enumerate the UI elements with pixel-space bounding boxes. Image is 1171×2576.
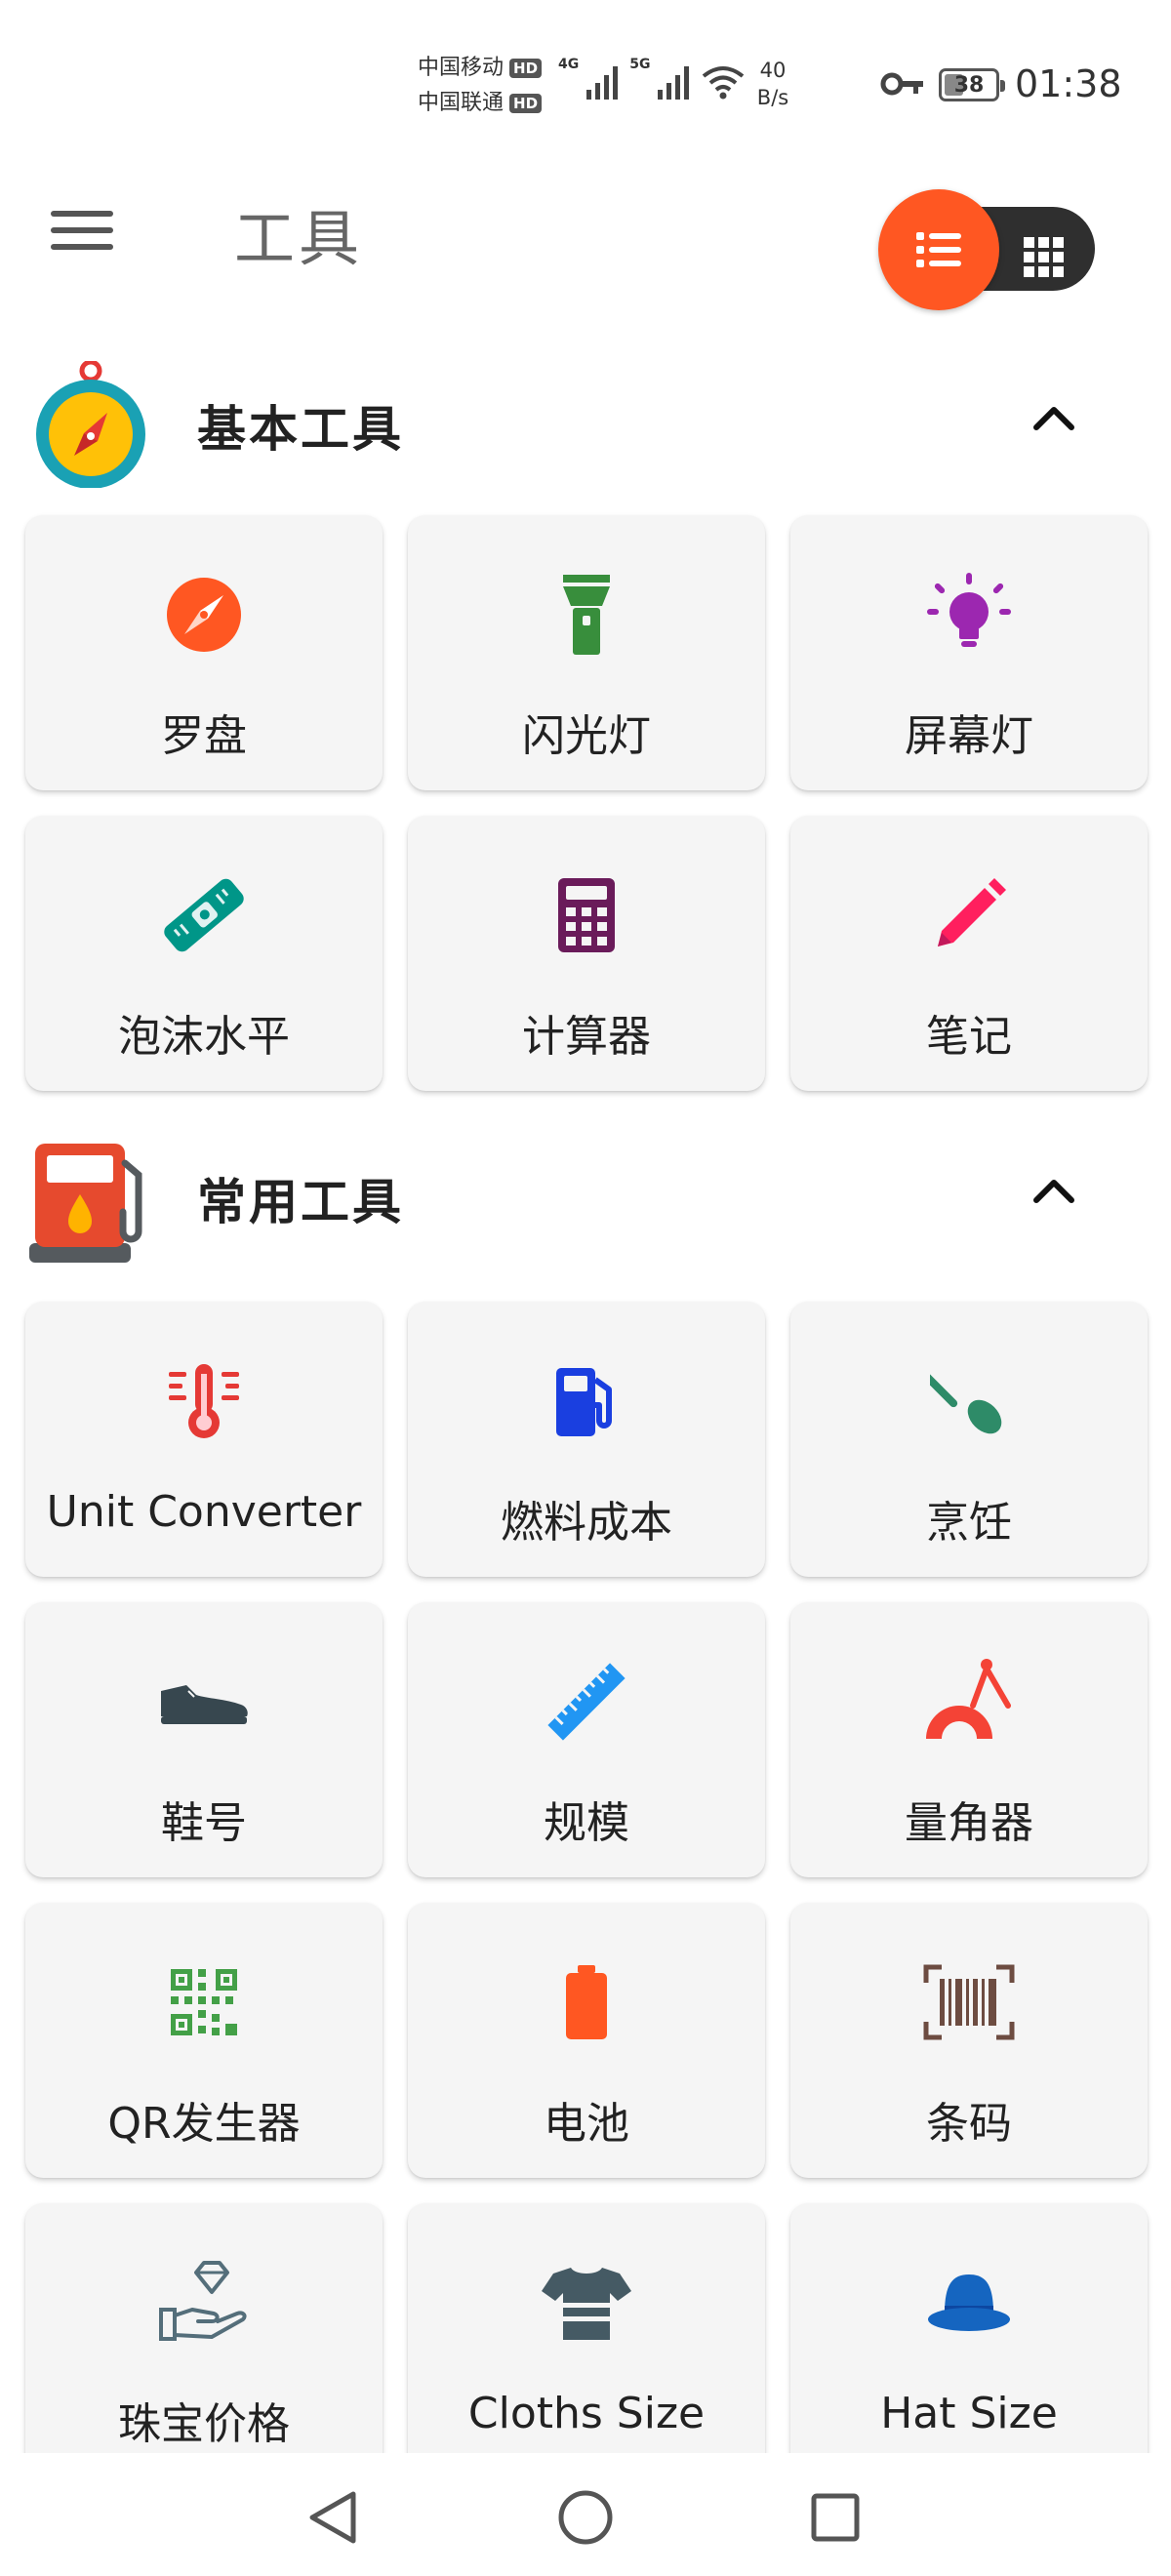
tool-label: Cloths Size — [467, 2389, 706, 2438]
tool-card-screen-light[interactable]: 屏幕灯 — [790, 515, 1148, 790]
tool-card-protractor[interactable]: 量角器 — [790, 1602, 1148, 1877]
page-title: 工具 — [234, 203, 364, 274]
section-header-common-tools: 常用工具 — [0, 1122, 1171, 1268]
tool-label: Hat Size — [880, 2389, 1058, 2438]
tool-label: 规模 — [544, 1798, 629, 1848]
barcode-icon — [920, 1953, 1018, 2051]
tool-card-notes[interactable]: 笔记 — [790, 816, 1148, 1091]
tool-label: 罗盘 — [161, 711, 247, 761]
chevron-up-icon[interactable] — [1025, 388, 1083, 447]
tool-card-jewelry-price[interactable]: 珠宝价格 — [25, 2203, 383, 2478]
pencil-icon — [920, 866, 1018, 964]
spatula-icon — [920, 1352, 1018, 1450]
tool-grid-basic: 罗盘 闪光灯 屏幕灯 泡沫水平 计算器 笔记 — [25, 515, 1148, 1091]
section-header-basic-tools: 基本工具 — [0, 349, 1171, 496]
lightbulb-icon — [920, 566, 1018, 664]
status-bar: 中国移动 HD 中国联通 HD 4G 5G 40 B/s 38 01:38 — [0, 0, 1171, 137]
tool-card-unit-converter[interactable]: Unit Converter — [25, 1302, 383, 1577]
back-triangle-icon[interactable] — [295, 2478, 373, 2556]
protractor-icon — [920, 1653, 1018, 1751]
menu-line — [51, 227, 113, 233]
tool-label: 电池 — [544, 2099, 629, 2149]
list-view-icon[interactable] — [878, 189, 999, 310]
tool-label: 珠宝价格 — [118, 2399, 290, 2449]
fuel-pump-icon — [538, 1352, 635, 1450]
compass-badge-icon — [27, 359, 154, 489]
section-title: 基本工具 — [197, 401, 404, 458]
ruler-icon — [538, 1653, 635, 1751]
network-2-label: 5G — [629, 57, 651, 72]
battery-icon — [538, 1953, 635, 2051]
recents-square-icon[interactable] — [796, 2478, 874, 2556]
tool-card-calculator[interactable]: 计算器 — [408, 816, 765, 1091]
carrier-2-label: 中国联通 — [418, 91, 505, 115]
view-mode-toggle[interactable] — [878, 168, 1103, 310]
tool-card-battery[interactable]: 电池 — [408, 1903, 765, 2178]
shoe-icon — [155, 1653, 253, 1751]
tool-label: 泡沫水平 — [118, 1012, 290, 1062]
tool-grid-common: Unit Converter 燃料成本 烹饪 鞋号 规模 量角器 QR发生器 电… — [25, 1302, 1148, 2478]
hat-icon — [920, 2254, 1018, 2352]
hamburger-menu-icon[interactable] — [51, 201, 129, 260]
signal-strength-icon — [658, 66, 690, 100]
compass-icon — [155, 566, 253, 664]
tool-card-bubble-level[interactable]: 泡沫水平 — [25, 816, 383, 1091]
signal-strength-icon — [586, 66, 619, 100]
status-clock: 01:38 — [1015, 62, 1122, 105]
tool-card-fuel-cost[interactable]: 燃料成本 — [408, 1302, 765, 1577]
hd-badge: HD — [509, 94, 543, 113]
network-speed-unit: B/s — [756, 86, 789, 109]
network-1-label: 4G — [558, 57, 580, 72]
network-speed: 40 B/s — [744, 57, 802, 111]
tool-label: 燃料成本 — [501, 1498, 672, 1548]
flashlight-icon — [538, 566, 635, 664]
tool-card-scale[interactable]: 规模 — [408, 1602, 765, 1877]
calculator-icon — [538, 866, 635, 964]
tool-label: 屏幕灯 — [905, 711, 1033, 761]
system-nav-bar — [0, 2453, 1171, 2576]
tool-label: Unit Converter — [46, 1487, 362, 1537]
hd-badge: HD — [509, 59, 543, 78]
carrier-info: 中国移动 HD 中国联通 HD — [418, 51, 554, 121]
app-bar: 工具 — [0, 146, 1171, 312]
tool-label: 鞋号 — [161, 1798, 247, 1848]
tool-label: 闪光灯 — [522, 711, 651, 761]
tool-card-compass[interactable]: 罗盘 — [25, 515, 383, 790]
tool-label: 烹饪 — [926, 1498, 1012, 1548]
tool-label: 笔记 — [926, 1012, 1012, 1062]
grid-view-icon[interactable] — [1015, 228, 1073, 287]
menu-line — [51, 244, 113, 250]
tool-card-flashlight[interactable]: 闪光灯 — [408, 515, 765, 790]
tool-card-hat-size[interactable]: Hat Size — [790, 2203, 1148, 2478]
tool-card-cooking[interactable]: 烹饪 — [790, 1302, 1148, 1577]
carrier-1-label: 中国移动 — [418, 56, 505, 80]
tool-card-barcode[interactable]: 条码 — [790, 1903, 1148, 2178]
tool-card-cloths-size[interactable]: Cloths Size — [408, 2203, 765, 2478]
wifi-icon — [703, 66, 745, 100]
section-title: 常用工具 — [197, 1174, 404, 1230]
chevron-up-icon[interactable] — [1025, 1161, 1083, 1220]
tool-card-shoe-size[interactable]: 鞋号 — [25, 1602, 383, 1877]
battery-indicator: 38 — [939, 68, 1005, 101]
qr-code-icon — [155, 1953, 253, 2051]
tool-label: QR发生器 — [107, 2099, 301, 2149]
diamond-hand-icon — [155, 2254, 253, 2352]
vpn-key-icon — [880, 72, 923, 96]
fuel-pump-badge-icon — [27, 1134, 154, 1263]
tool-label: 计算器 — [522, 1012, 651, 1062]
thermometer-icon — [155, 1352, 253, 1450]
network-speed-value: 40 — [759, 59, 787, 82]
tool-card-qr-generator[interactable]: QR发生器 — [25, 1903, 383, 2178]
tool-label: 条码 — [926, 2099, 1012, 2149]
bubble-level-icon — [155, 866, 253, 964]
menu-line — [51, 211, 113, 217]
tshirt-icon — [538, 2254, 635, 2352]
tool-label: 量角器 — [905, 1798, 1033, 1848]
network-indicators: 4G 5G — [558, 57, 746, 101]
home-circle-icon[interactable] — [546, 2478, 625, 2556]
battery-level-text: 38 — [953, 72, 985, 98]
